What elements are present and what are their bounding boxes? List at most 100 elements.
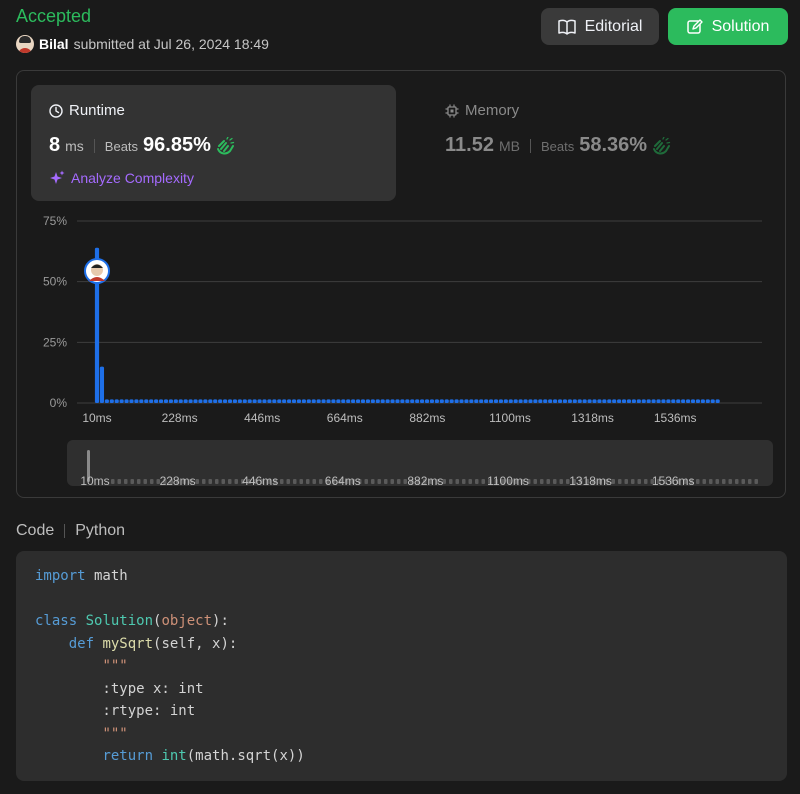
chart-bar — [656, 399, 661, 403]
slider-tick-label: 882ms — [407, 474, 443, 486]
chart-bar — [562, 399, 568, 403]
chart-bar — [484, 399, 489, 403]
chart-bar — [301, 399, 306, 403]
slider-mini-bar — [754, 479, 758, 484]
chart-bar — [321, 399, 326, 403]
runtime-unit: ms — [65, 138, 84, 154]
chart-bar — [355, 399, 361, 403]
chart-bar — [227, 399, 233, 403]
runtime-card[interactable]: Runtime 8 ms Beats 96.85% Analyze Comple… — [31, 85, 396, 201]
chart-bar — [306, 399, 311, 403]
chart-bar — [641, 399, 646, 403]
memory-card[interactable]: Memory 11.52 MB Beats 58.36% — [427, 85, 767, 201]
chart-bar — [488, 399, 494, 403]
x-tick-label: 446ms — [244, 411, 280, 425]
chart-bar — [685, 399, 691, 403]
code-label: Code — [16, 522, 55, 539]
chart-bar — [513, 399, 518, 403]
slider-mini-bar — [384, 479, 388, 484]
chart-bar — [493, 399, 499, 403]
performance-panel: Runtime 8 ms Beats 96.85% Analyze Comple… — [16, 70, 786, 498]
chart-bar — [552, 399, 558, 403]
chart-bar — [188, 399, 193, 403]
chart-bar — [597, 399, 602, 403]
chart-bar — [617, 399, 622, 403]
chart-bar — [405, 399, 410, 403]
slider-mini-bar — [228, 479, 232, 484]
editorial-button[interactable]: Editorial — [541, 8, 659, 45]
chart-bar — [523, 399, 528, 403]
slider-mini-bar — [637, 479, 641, 484]
slider-tick-label: 1100ms — [487, 474, 529, 486]
slider-mini-bar — [715, 479, 719, 484]
slider-mini-bar — [553, 479, 557, 484]
chart-bar — [370, 399, 375, 403]
slider-mini-bar — [741, 479, 745, 484]
slider-mini-bar — [377, 479, 381, 484]
code-block[interactable]: import math class Solution(object): def … — [16, 551, 787, 781]
memory-unit: MB — [498, 138, 520, 154]
chart-bar — [375, 399, 380, 403]
range-slider[interactable]: 10ms 228ms 446ms 664ms 882ms 1100ms 1318ms 1536… — [67, 440, 773, 486]
slider-tick-label: 228ms — [160, 474, 196, 486]
chart-bar — [631, 399, 636, 403]
slider-track[interactable]: 10ms 228ms 446ms 664ms 882ms 1100ms 1318ms 1536… — [67, 440, 773, 486]
slider-tick-label: 1318ms — [569, 474, 612, 486]
slider-mini-bar — [215, 479, 219, 484]
slider-tick-label: 1536ms — [652, 474, 695, 486]
slider-mini-bar — [611, 479, 615, 484]
memory-value: 11.52 — [445, 134, 494, 156]
analyze-complexity-link[interactable]: Analyze Complexity — [49, 170, 194, 186]
divider — [64, 524, 66, 538]
submission-header: Accepted Bilal submitted at Jul 26, 2024… — [16, 0, 788, 62]
runtime-distribution-chart[interactable]: 75% 50% 25% 0% 10ms 228ms 446ms 664ms 882ms 1100m… — [37, 211, 777, 431]
username-link[interactable]: Bilal — [39, 36, 69, 52]
chart-bar — [690, 399, 696, 403]
status-accepted: Accepted — [16, 6, 92, 26]
chart-bar — [365, 399, 371, 403]
chart-bar — [533, 399, 538, 403]
slider-mini-bar — [624, 479, 628, 484]
user-avatar-marker — [84, 258, 110, 284]
chart-bar — [474, 399, 479, 403]
slider-mini-bar — [559, 479, 563, 484]
slider-mini-bar — [709, 479, 713, 484]
divider — [529, 138, 531, 153]
chart-bar — [385, 399, 390, 403]
slider-mini-bar — [618, 479, 622, 484]
user-avatar[interactable] — [16, 35, 34, 53]
chart-bar — [237, 399, 242, 403]
chart-bar — [548, 399, 553, 403]
slider-mini-bar — [455, 479, 459, 484]
book-icon — [557, 19, 576, 35]
chart-bar — [242, 399, 247, 403]
solution-label: Solution — [711, 17, 770, 35]
chart-bar — [390, 399, 395, 403]
slider-mini-bar — [280, 479, 284, 484]
x-tick-label: 664ms — [327, 411, 363, 425]
slider-mini-bar — [137, 479, 141, 484]
solution-button[interactable]: Solution — [668, 8, 788, 45]
chart-bar — [621, 399, 627, 403]
chart-bar — [119, 399, 124, 403]
runtime-stats: 8 ms Beats 96.85% — [49, 134, 235, 157]
chart-bar — [695, 399, 701, 403]
chart-bar — [700, 399, 705, 403]
chart-bar — [341, 399, 346, 403]
slider-mini-bar — [124, 479, 128, 484]
chart-bar — [582, 399, 587, 403]
slider-mini-bar — [533, 479, 537, 484]
chart-bar — [705, 399, 710, 403]
slider-mini-bar — [631, 479, 635, 484]
code-language: Python — [75, 522, 126, 539]
slider-mini-bar — [390, 479, 394, 484]
slider-tick-label: 664ms — [325, 474, 361, 486]
chart-bar — [232, 399, 238, 403]
slider-mini-bar — [111, 479, 115, 484]
memory-beats-percent: 58.36% — [579, 134, 648, 156]
chart-bar — [607, 399, 612, 403]
chart-bar — [557, 399, 563, 403]
slider-mini-bar — [221, 479, 225, 484]
chart-bar — [173, 399, 178, 403]
chart-bar — [114, 399, 119, 403]
